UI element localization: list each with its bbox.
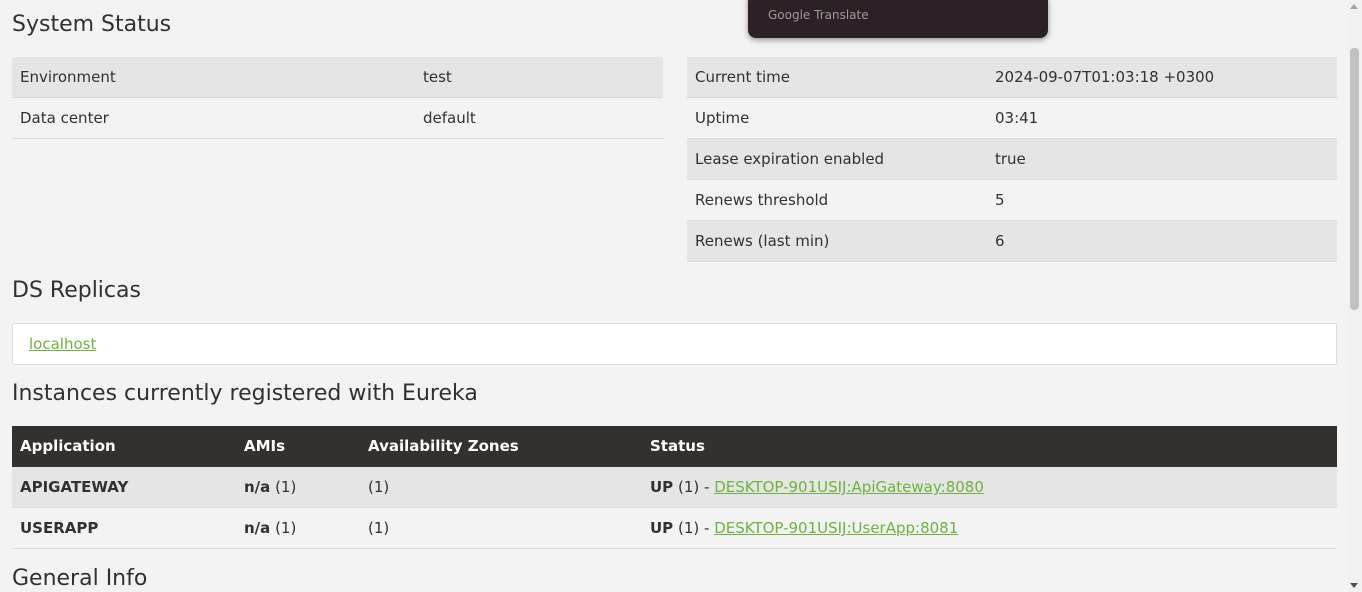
table-row: Renews threshold 5 — [687, 180, 1337, 221]
table-row: Current time 2024-09-07T01:03:18 +0300 — [687, 57, 1337, 98]
status-cell: UP (1) - DESKTOP-901USIJ:UserApp:8081 — [650, 519, 1337, 537]
amis-cell: n/a (1) — [244, 519, 368, 537]
amis-value: n/a — [244, 478, 271, 496]
vertical-scrollbar[interactable] — [1347, 0, 1362, 592]
scrollbar-thumb[interactable] — [1350, 48, 1359, 310]
amis-value: n/a — [244, 519, 271, 537]
instance-link[interactable]: DESKTOP-901USIJ:UserApp:8081 — [714, 519, 958, 537]
data-center-label: Data center — [20, 109, 109, 127]
renews-threshold-value: 5 — [995, 191, 1005, 209]
scroll-up-arrow-icon[interactable] — [1350, 4, 1358, 9]
lease-expiration-label: Lease expiration enabled — [695, 150, 885, 168]
ds-replicas-box: localhost — [12, 323, 1337, 365]
google-translate-popup[interactable]: Google Translate — [748, 0, 1048, 38]
instances-table-header: Application AMIs Availability Zones Stat… — [12, 426, 1337, 467]
status-value: UP — [650, 478, 674, 496]
lease-expiration-value: true — [995, 150, 1026, 168]
uptime-label: Uptime — [695, 109, 750, 127]
environment-label: Environment — [20, 68, 116, 86]
column-header-amis: AMIs — [244, 436, 286, 455]
system-status-right-table: Current time 2024-09-07T01:03:18 +0300 U… — [687, 57, 1337, 262]
status-cell: UP (1) - DESKTOP-901USIJ:ApiGateway:8080 — [650, 478, 1337, 496]
system-status-left-table: Environment test Data center default — [12, 57, 663, 139]
instances-table: Application AMIs Availability Zones Stat… — [12, 426, 1337, 549]
scroll-down-arrow-icon[interactable] — [1350, 583, 1358, 588]
renews-last-min-value: 6 — [995, 232, 1005, 250]
amis-count: (1) — [275, 519, 297, 537]
table-row: USERAPP n/a (1) (1) UP (1) - DESKTOP-901… — [12, 508, 1337, 549]
general-info-title: General Info — [12, 566, 148, 591]
table-row: Renews (last min) 6 — [687, 221, 1337, 262]
status-value: UP — [650, 519, 674, 537]
availability-zones-cell: (1) — [368, 478, 390, 496]
status-count: (1) - — [677, 478, 710, 496]
google-translate-label: Google Translate — [768, 8, 869, 22]
amis-cell: n/a (1) — [244, 478, 368, 496]
table-row: Environment test — [12, 57, 663, 98]
amis-count: (1) — [275, 478, 297, 496]
renews-last-min-label: Renews (last min) — [695, 232, 830, 250]
table-row: Data center default — [12, 98, 663, 139]
instances-title: Instances currently registered with Eure… — [12, 381, 478, 406]
current-time-label: Current time — [695, 68, 790, 86]
application-name: USERAPP — [20, 519, 99, 537]
status-count: (1) - — [677, 519, 710, 537]
system-status-title: System Status — [12, 12, 172, 37]
column-header-status: Status — [650, 436, 705, 455]
column-header-availability-zones: Availability Zones — [368, 436, 519, 455]
availability-zones-cell: (1) — [368, 519, 390, 537]
table-row: Lease expiration enabled true — [687, 139, 1337, 180]
uptime-value: 03:41 — [995, 109, 1039, 127]
replica-link-localhost[interactable]: localhost — [29, 335, 96, 353]
application-name: APIGATEWAY — [20, 478, 129, 496]
table-row: Uptime 03:41 — [687, 98, 1337, 139]
renews-threshold-label: Renews threshold — [695, 191, 829, 209]
environment-value: test — [423, 68, 452, 86]
table-row: APIGATEWAY n/a (1) (1) UP (1) - DESKTOP-… — [12, 467, 1337, 508]
column-header-application: Application — [20, 436, 116, 455]
data-center-value: default — [423, 109, 476, 127]
current-time-value: 2024-09-07T01:03:18 +0300 — [995, 68, 1215, 86]
instance-link[interactable]: DESKTOP-901USIJ:ApiGateway:8080 — [714, 478, 984, 496]
ds-replicas-title: DS Replicas — [12, 278, 141, 303]
